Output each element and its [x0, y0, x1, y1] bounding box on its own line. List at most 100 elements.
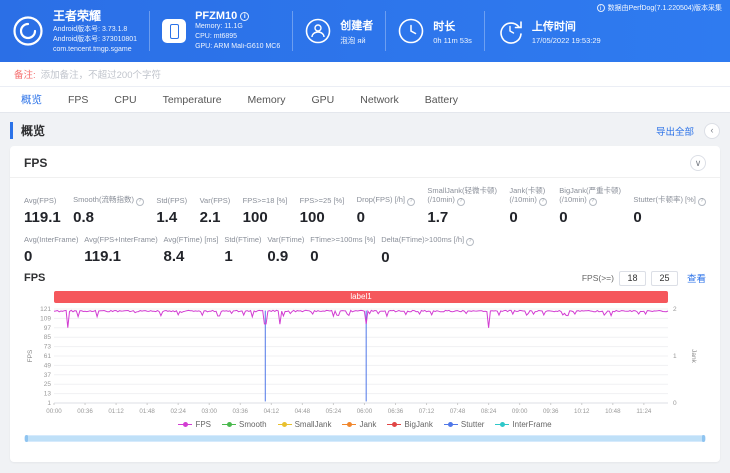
scrollbar-left-handle[interactable]: [25, 435, 28, 442]
metric-cell: Delta(FTime)>100ms [/h]?0: [381, 235, 474, 266]
chart-scrollbar[interactable]: [24, 435, 706, 442]
svg-text:07:48: 07:48: [450, 408, 466, 415]
fps-card-title: FPS: [24, 156, 47, 170]
metric-value: 0.9: [267, 248, 304, 265]
tab-overview[interactable]: 概览: [8, 87, 55, 112]
svg-text:FPS: FPS: [27, 349, 34, 362]
phone-icon: [162, 19, 186, 43]
svg-text:01:48: 01:48: [139, 408, 155, 415]
scrollbar-thumb[interactable]: [26, 436, 704, 441]
fps-threshold2-input[interactable]: [651, 271, 678, 286]
svg-text:2: 2: [673, 306, 677, 313]
metric-value: 0: [633, 209, 706, 226]
svg-text:13: 13: [44, 390, 52, 397]
svg-text:00:00: 00:00: [46, 408, 62, 415]
user-icon: [305, 18, 331, 44]
metric-cell: Stutter(卡顿率) [%]?0: [633, 186, 706, 226]
metric-value: 100: [243, 209, 288, 226]
metric-value: 0: [310, 248, 375, 265]
legend-item-bigjank[interactable]: BigJank: [387, 420, 432, 429]
tab-temperature[interactable]: Temperature: [150, 87, 235, 112]
metric-value: 0: [24, 248, 78, 265]
metric-value: 1: [224, 248, 261, 265]
svg-text:03:00: 03:00: [201, 408, 217, 415]
creator-label: 创建者: [340, 17, 373, 33]
legend-item-jank[interactable]: Jank: [342, 420, 376, 429]
clock-icon: [398, 18, 424, 44]
metric-value: 1.4: [156, 209, 187, 226]
fps-metrics-row-1: Avg(FPS)119.1Smooth(流畅指数)?0.8Std(FPS)1.4…: [24, 186, 706, 226]
svg-text:10:12: 10:12: [574, 408, 590, 415]
svg-text:0: 0: [673, 400, 677, 407]
metric-cell: FPS>=18 [%]100: [243, 186, 288, 226]
fps-card: FPS ∨ Avg(FPS)119.1Smooth(流畅指数)?0.8Std(F…: [10, 146, 720, 462]
metric-value: 1.7: [427, 209, 497, 226]
note-input[interactable]: 添加备注，不超过200个字符: [41, 67, 161, 81]
svg-text:05:24: 05:24: [326, 408, 342, 415]
fps-line-chart[interactable]: 1211099785736149372513121000:0000:3601:1…: [24, 305, 706, 419]
overview-section-header: 概览 导出全部 ‹: [10, 122, 720, 139]
collapse-panel-button[interactable]: ‹: [704, 123, 720, 139]
export-all-button[interactable]: 导出全部: [656, 124, 694, 138]
metric-cell: Avg(FTime) [ms]8.4: [164, 235, 219, 266]
tab-memory[interactable]: Memory: [235, 87, 299, 112]
svg-text:1: 1: [673, 353, 677, 360]
tab-bar: 概览FPSCPUTemperatureMemoryGPUNetworkBatte…: [0, 87, 730, 113]
chart-banner: label1: [54, 291, 668, 303]
svg-text:08:24: 08:24: [481, 408, 497, 415]
note-bar[interactable]: 备注: 添加备注，不超过200个字符: [0, 62, 730, 87]
svg-text:04:48: 04:48: [295, 408, 311, 415]
metric-cell: Avg(FPS)119.1: [24, 186, 61, 226]
svg-text:04:12: 04:12: [264, 408, 280, 415]
fps-threshold1-input[interactable]: [619, 271, 646, 286]
metric-value: 0: [559, 209, 621, 226]
metric-cell: Smooth(流畅指数)?0.8: [73, 186, 144, 226]
svg-text:09:36: 09:36: [543, 408, 559, 415]
scrollbar-right-handle[interactable]: [702, 435, 705, 442]
help-icon[interactable]: ?: [539, 198, 547, 206]
device-info-section: PFZM10i Memory: 11.1G CPU: mt6895 GPU: A…: [149, 11, 292, 51]
svg-text:109: 109: [40, 315, 51, 322]
help-icon[interactable]: ?: [136, 198, 144, 206]
duration-value: 0h 11m 53s: [433, 36, 472, 45]
metric-cell: FTime>=100ms [%]0: [310, 235, 375, 266]
svg-text:06:00: 06:00: [357, 408, 373, 415]
metric-cell: Var(FTime)0.9: [267, 235, 304, 266]
collapse-card-button[interactable]: ∨: [690, 155, 706, 171]
legend-item-smooth[interactable]: Smooth: [222, 420, 267, 429]
svg-text:25: 25: [44, 381, 52, 388]
device-info-icon[interactable]: i: [240, 12, 249, 21]
metric-value: 0.8: [73, 209, 144, 226]
device-name: PFZM10i: [195, 10, 280, 22]
tab-cpu[interactable]: CPU: [101, 87, 149, 112]
legend-item-fps[interactable]: FPS: [178, 420, 211, 429]
chart-legend: FPS Smooth SmallJank Jank BigJank Stutter Inte…: [24, 419, 706, 431]
duration-label: 时长: [433, 18, 472, 34]
metric-cell: Jank(卡顿)(/10min)?0: [509, 186, 547, 226]
metric-cell: Avg(InterFrame)0: [24, 235, 78, 266]
help-icon[interactable]: ?: [457, 198, 465, 206]
perfdog-version-note: i 数据由PerfDog(7.1.220504)版本采集: [597, 3, 722, 13]
metric-cell: Std(FPS)1.4: [156, 186, 187, 226]
tab-battery[interactable]: Battery: [412, 87, 471, 112]
tab-gpu[interactable]: GPU: [298, 87, 347, 112]
help-icon[interactable]: ?: [589, 198, 597, 206]
view-button[interactable]: 查看: [687, 271, 706, 285]
metric-cell: Var(FPS)2.1: [200, 186, 231, 226]
svg-text:61: 61: [44, 353, 52, 360]
legend-item-stutter[interactable]: Stutter: [444, 420, 485, 429]
app-header: 王者荣耀 Android版本号: 3.73.1.8 Android版本号: 37…: [0, 0, 730, 62]
legend-item-smalljank[interactable]: SmallJank: [278, 420, 332, 429]
metric-value: 100: [300, 209, 345, 226]
app-logo-icon: [12, 15, 44, 47]
help-icon[interactable]: ?: [407, 198, 415, 206]
legend-item-interframe[interactable]: InterFrame: [495, 420, 551, 429]
svg-text:09:00: 09:00: [512, 408, 528, 415]
help-icon[interactable]: ?: [698, 198, 706, 206]
svg-text:01:12: 01:12: [108, 408, 124, 415]
app-build-line: Android版本号: 373010801: [53, 35, 137, 45]
svg-text:37: 37: [44, 371, 52, 378]
help-icon[interactable]: ?: [466, 238, 474, 246]
tab-network[interactable]: Network: [347, 87, 412, 112]
tab-fps[interactable]: FPS: [55, 87, 101, 112]
